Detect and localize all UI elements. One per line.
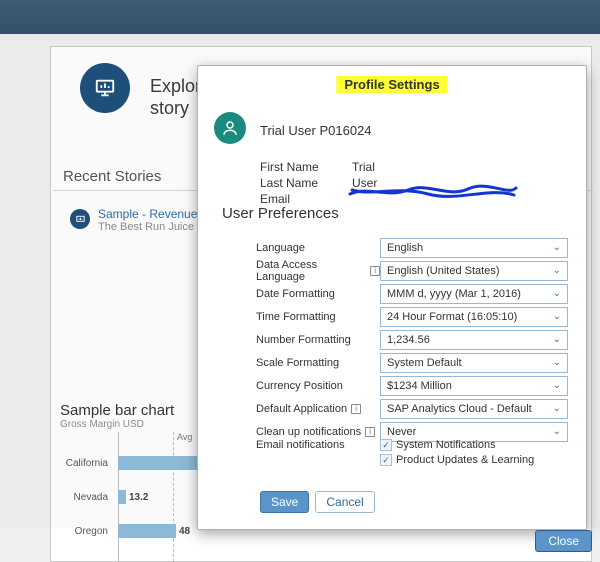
bar [118, 456, 200, 470]
bar-label: California [60, 458, 114, 469]
bar [118, 490, 126, 504]
chevron-down-icon: ⌄ [553, 334, 561, 345]
avatar-icon [214, 112, 246, 144]
system-notifications-checkbox[interactable]: ✓ [380, 439, 392, 451]
data-access-language-label: Data Access Language [256, 259, 366, 283]
language-select[interactable]: English⌄ [380, 238, 568, 258]
user-preferences-heading: User Preferences [222, 205, 339, 222]
number-formatting-select[interactable]: 1,234.56⌄ [380, 330, 568, 350]
dialog-title: Profile Settings [336, 76, 447, 93]
default-application-label: Default Application [256, 403, 347, 415]
profile-settings-dialog: Profile Settings Trial User P016024 Firs… [197, 65, 587, 530]
number-formatting-label: Number Formatting [256, 334, 380, 346]
story-icon [70, 209, 90, 229]
chevron-down-icon: ⌄ [553, 242, 561, 253]
info-icon[interactable]: i [370, 266, 380, 276]
default-application-select[interactable]: SAP Analytics Cloud - Default⌄ [380, 399, 568, 419]
last-name-label: Last Name [260, 176, 352, 190]
scale-formatting-label: Scale Formatting [256, 357, 380, 369]
cleanup-notifications-label: Clean up notifications [256, 426, 361, 438]
bar-row: Oregon 48 [60, 514, 200, 548]
chevron-down-icon: ⌄ [553, 357, 561, 368]
product-updates-checkbox[interactable]: ✓ [380, 454, 392, 466]
info-icon[interactable]: i [365, 427, 375, 437]
system-notifications-label: System Notifications [396, 439, 496, 451]
bar [118, 524, 176, 538]
username: Trial User P016024 [260, 123, 372, 138]
chart-title: Sample bar chart [60, 402, 174, 419]
first-name-value: Trial [352, 160, 375, 174]
chevron-down-icon: ⌄ [553, 265, 561, 276]
email-notifications-label: Email notifications [256, 439, 380, 469]
currency-position-label: Currency Position [256, 380, 380, 392]
bar-label: Nevada [60, 492, 114, 503]
app-topbar [0, 0, 600, 34]
scale-formatting-select[interactable]: System Default⌄ [380, 353, 568, 373]
chevron-down-icon: ⌄ [553, 403, 561, 414]
chevron-down-icon: ⌄ [553, 380, 561, 391]
preferences-form: Language English⌄ Data Access Languagei … [256, 236, 568, 443]
redacted-scribble [348, 184, 518, 200]
bar-row: California [60, 446, 200, 480]
date-formatting-select[interactable]: MMM d, yyyy (Mar 1, 2016)⌄ [380, 284, 568, 304]
chevron-down-icon: ⌄ [553, 311, 561, 322]
recent-stories-heading: Recent Stories [63, 168, 161, 185]
bar-chart: Avg California Nevada 13.2 Oregon 48 [60, 432, 200, 562]
email-notifications-group: Email notifications ✓ System Notificatio… [256, 439, 568, 469]
explore-icon [80, 63, 130, 113]
close-button[interactable]: Close [535, 530, 592, 552]
bar-value: 48 [179, 526, 190, 537]
chevron-down-icon: ⌄ [553, 288, 561, 299]
save-button[interactable]: Save [260, 491, 309, 513]
first-name-label: First Name [260, 160, 352, 174]
chart-subtitle: Gross Margin USD [60, 419, 144, 430]
bar-value: 13.2 [129, 492, 148, 503]
email-label: Email [260, 192, 352, 206]
currency-position-select[interactable]: $1234 Million⌄ [380, 376, 568, 396]
info-icon[interactable]: i [351, 404, 361, 414]
cancel-button[interactable]: Cancel [315, 491, 374, 513]
time-formatting-label: Time Formatting [256, 311, 380, 323]
data-access-language-select[interactable]: English (United States)⌄ [380, 261, 568, 281]
time-formatting-select[interactable]: 24 Hour Format (16:05:10)⌄ [380, 307, 568, 327]
product-updates-label: Product Updates & Learning [396, 454, 534, 466]
bar-row: Nevada 13.2 [60, 480, 200, 514]
chevron-down-icon: ⌄ [553, 426, 561, 437]
language-label: Language [256, 242, 380, 254]
date-formatting-label: Date Formatting [256, 288, 380, 300]
bar-label: Oregon [60, 526, 114, 537]
avg-label: Avg [177, 432, 192, 442]
